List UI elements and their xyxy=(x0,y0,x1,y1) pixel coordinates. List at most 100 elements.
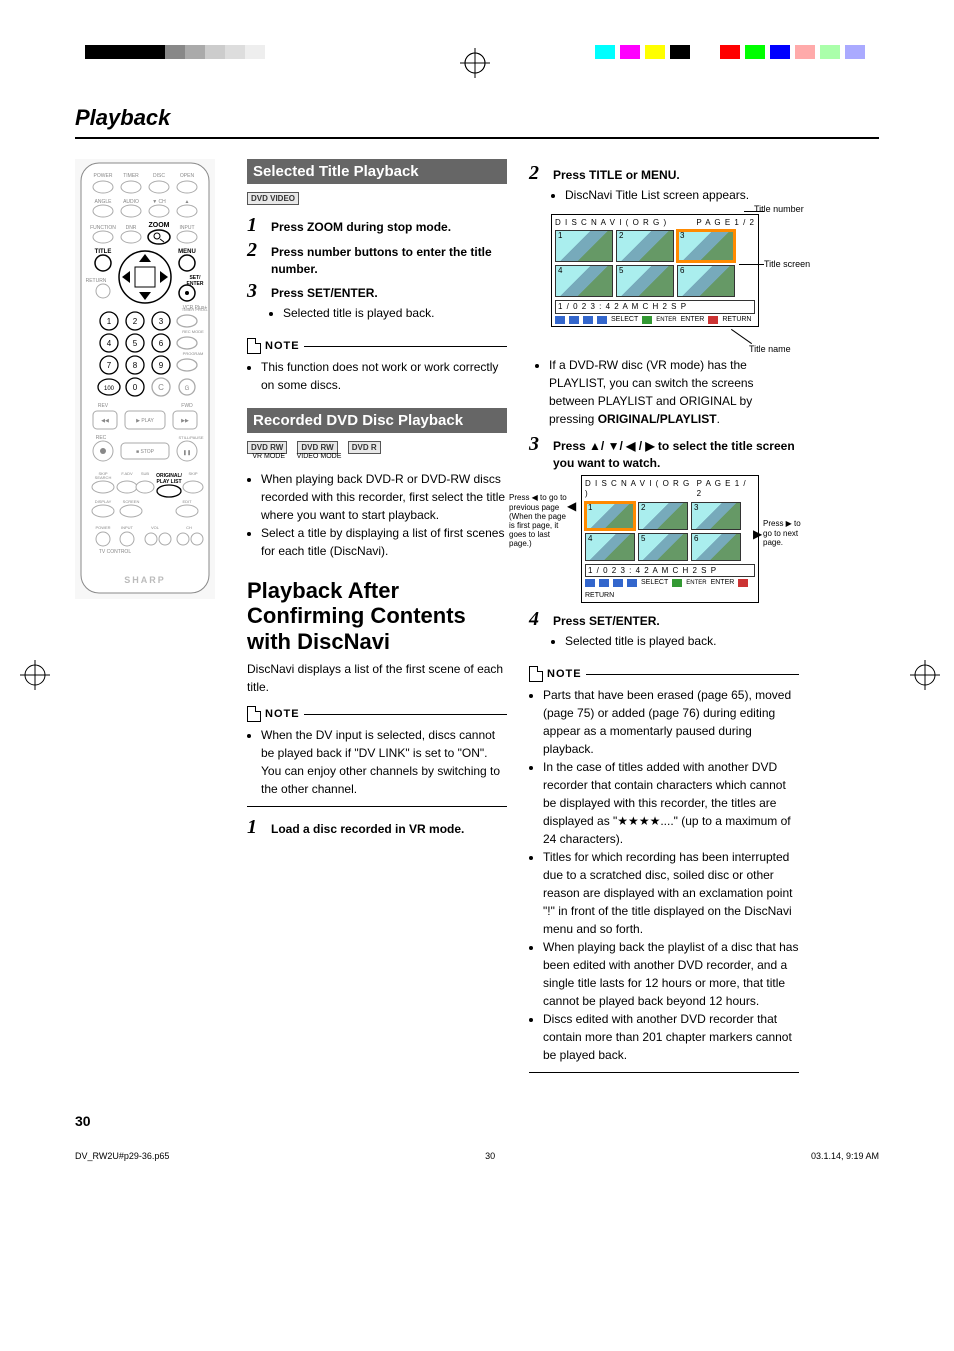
svg-text:PROGRAM: PROGRAM xyxy=(183,351,204,356)
list-item: When playing back DVD-R or DVD-RW discs … xyxy=(261,470,507,524)
badge-dvd-video: DVD VIDEO xyxy=(247,192,299,205)
svg-text:POWER: POWER xyxy=(94,173,113,179)
svg-text:1: 1 xyxy=(107,317,112,326)
svg-text:PLAY LIST: PLAY LIST xyxy=(156,479,181,485)
svg-text:REC MODE: REC MODE xyxy=(182,329,204,334)
svg-text:TIMER: TIMER xyxy=(123,173,139,179)
screen-title: D I S C N A V I ( O R G ) xyxy=(585,479,697,498)
discnavi-thumbnail: 6 xyxy=(677,265,735,297)
discnavi-thumbnail: 3 xyxy=(691,502,741,530)
step-number: 3 xyxy=(247,281,265,328)
step-sub-bullet: Selected title is played back. xyxy=(565,632,716,650)
left-arrow-icon: ◀ xyxy=(567,499,576,513)
svg-text:8: 8 xyxy=(133,361,138,370)
registration-crosshair-right xyxy=(910,660,940,690)
screen-status-line: 1 / 0 2 3 : 4 2 A M C H 2 S P xyxy=(585,564,755,578)
svg-text:TIMER PROG.: TIMER PROG. xyxy=(182,307,208,312)
note-heading: NOTE xyxy=(247,706,507,722)
svg-text:INPUT: INPUT xyxy=(180,225,195,231)
step-sub-bullet: If a DVD-RW disc (VR mode) has the PLAYL… xyxy=(549,356,799,428)
remote-brand: SHARP xyxy=(124,575,166,585)
discnavi-thumbnail: 1 xyxy=(585,502,635,530)
svg-text:ANGLE: ANGLE xyxy=(95,199,113,205)
heading-discnavi: Playback After Confirming Contents with … xyxy=(247,578,507,654)
screen-title: D I S C N A V I ( O R G ) xyxy=(555,218,667,228)
page-number: 30 xyxy=(75,1113,169,1129)
svg-text:TV CONTROL: TV CONTROL xyxy=(99,549,131,555)
note-icon xyxy=(247,338,261,354)
svg-text:0: 0 xyxy=(133,383,138,392)
registration-crosshair-left xyxy=(20,660,50,690)
step-2-title-menu: 2 Press TITLE or MENU. DiscNavi Title Li… xyxy=(529,163,799,210)
callout-title-screen: Title screen xyxy=(764,259,810,269)
svg-text:INPUT: INPUT xyxy=(121,525,134,530)
discnavi-thumbnail: 2 xyxy=(616,230,674,262)
badge-dvdr: DVD R xyxy=(348,441,381,454)
screen-page-indicator: P A G E 1 / 2 xyxy=(697,479,755,498)
step-number: 4 xyxy=(529,609,547,656)
svg-text:7: 7 xyxy=(107,361,112,370)
note-label: NOTE xyxy=(265,708,300,720)
list-item: Select a title by displaying a list of f… xyxy=(261,524,507,560)
note-heading: NOTE xyxy=(529,666,799,682)
svg-text:EDIT: EDIT xyxy=(182,499,192,504)
svg-text:G: G xyxy=(185,386,190,392)
step-1-zoom: 1 Press ZOOM during stop mode. xyxy=(247,215,507,236)
svg-text:REC: REC xyxy=(96,435,107,441)
note-item: Discs edited with another DVD recorder t… xyxy=(543,1010,799,1064)
svg-text:100: 100 xyxy=(104,386,115,392)
svg-text:VOL: VOL xyxy=(151,525,160,530)
hint-right: Press ▶ to go to next page. xyxy=(763,519,807,547)
svg-text:◀◀: ◀◀ xyxy=(101,418,109,424)
registration-crosshair-bottom xyxy=(460,48,490,78)
svg-text:DISPLAY: DISPLAY xyxy=(95,499,112,504)
footer-filename: DV_RW2U#p29-36.p65 xyxy=(75,1151,169,1161)
discnavi-screen-1: D I S C N A V I ( O R G ) P A G E 1 / 2 … xyxy=(551,214,759,328)
svg-text:3: 3 xyxy=(159,317,164,326)
note-item: When playing back the playlist of a disc… xyxy=(543,938,799,1010)
step-number: 3 xyxy=(529,434,547,472)
remote-illustration-column: POWER TIMER DISC OPEN ANGLE AUDIO ▼ CH ▲… xyxy=(75,159,225,1073)
note-item: Titles for which recording has been inte… xyxy=(543,848,799,938)
svg-text:C: C xyxy=(158,383,164,392)
svg-text:4: 4 xyxy=(107,339,112,348)
note-icon xyxy=(247,706,261,722)
svg-text:TITLE: TITLE xyxy=(95,249,112,255)
section-title-recorded: Recorded DVD Disc Playback xyxy=(247,408,507,433)
svg-text:SUB: SUB xyxy=(141,471,150,476)
footer-timestamp: 03.1.14, 9:19 AM xyxy=(811,1151,879,1161)
svg-text:FWD: FWD xyxy=(181,403,193,409)
discnavi-thumbnail: 5 xyxy=(616,265,674,297)
svg-text:F.ADV: F.ADV xyxy=(121,471,133,476)
note-heading: NOTE xyxy=(247,338,507,354)
note-label: NOTE xyxy=(265,340,300,352)
step-number: 1 xyxy=(247,817,265,838)
discnavi-thumbnail: 1 xyxy=(555,230,613,262)
svg-text:POWER: POWER xyxy=(95,525,110,530)
discnavi-screen-2: D I S C N A V I ( O R G ) P A G E 1 / 2 … xyxy=(581,475,759,603)
note-label: NOTE xyxy=(547,668,582,680)
svg-text:2: 2 xyxy=(133,317,138,326)
svg-text:5: 5 xyxy=(133,339,138,348)
remote-control-illustration: POWER TIMER DISC OPEN ANGLE AUDIO ▼ CH ▲… xyxy=(75,159,215,599)
callout-title-name: Title name xyxy=(749,344,791,354)
screen-status-line: 1 / 0 2 3 : 4 2 A M C H 2 S P xyxy=(555,300,755,314)
note-item: When the DV input is selected, discs can… xyxy=(261,726,507,798)
discnavi-thumbnail: 5 xyxy=(638,533,688,561)
svg-text:▶▶: ▶▶ xyxy=(181,418,189,424)
svg-text:SKIP: SKIP xyxy=(188,471,197,476)
svg-text:AUDIO: AUDIO xyxy=(123,199,139,205)
step-2-numbers: 2 Press number buttons to enter the titl… xyxy=(247,240,507,278)
discnavi-thumbnail: 2 xyxy=(638,502,688,530)
step-number: 1 xyxy=(247,215,265,236)
step-sub-bullet: DiscNavi Title List screen appears. xyxy=(565,186,749,204)
discnavi-thumbnail: 6 xyxy=(691,533,741,561)
page-title: Playback xyxy=(75,105,879,139)
svg-text:REV: REV xyxy=(98,403,109,409)
step-number: 2 xyxy=(529,163,547,210)
callout-title-number: Title number xyxy=(754,204,804,214)
svg-text:SCREEN: SCREEN xyxy=(123,499,140,504)
svg-text:CH: CH xyxy=(186,525,192,530)
svg-text:❚❚: ❚❚ xyxy=(183,450,191,456)
step-3-select-title: 3 Press ▲/ ▼/ ◀ / ▶ to select the title … xyxy=(529,434,799,472)
